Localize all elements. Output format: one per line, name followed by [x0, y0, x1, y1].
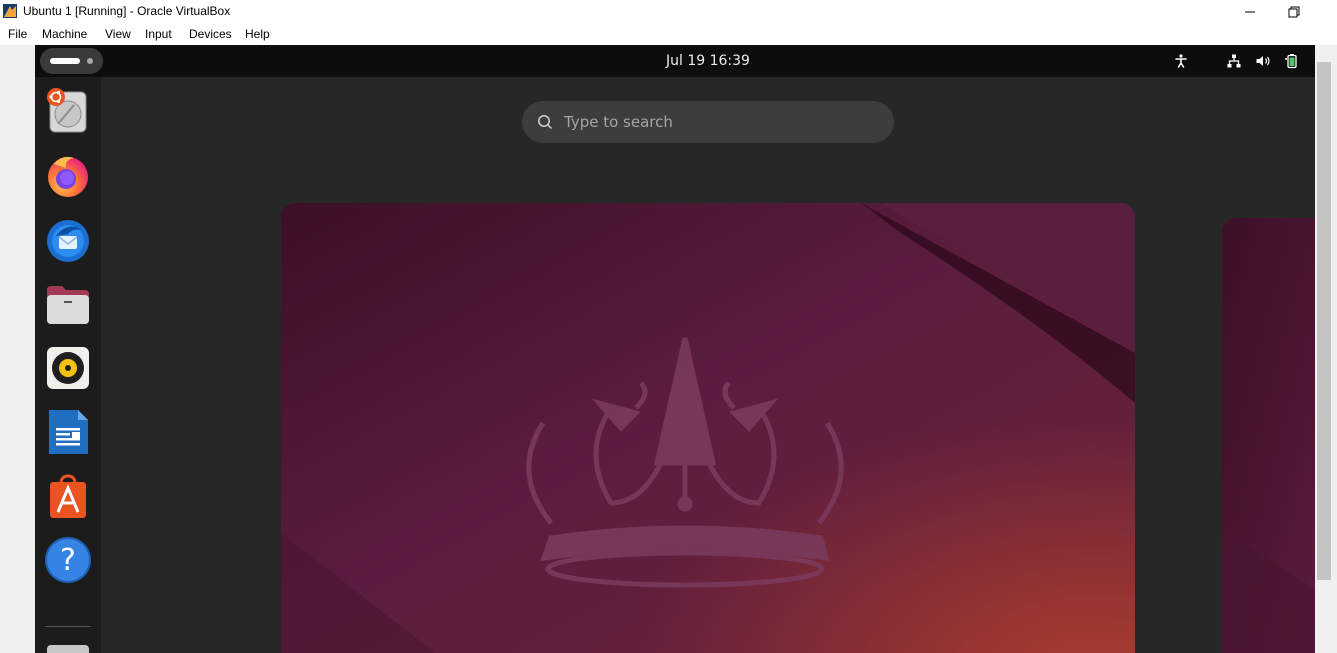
firefox-icon[interactable]: [44, 152, 92, 200]
window-title: Ubuntu 1 [Running] - Oracle VirtualBox: [23, 4, 231, 18]
workspace-preview-next[interactable]: [1222, 218, 1315, 653]
menubar: File Machine View Input Devices Help: [0, 24, 1337, 45]
host-left-margin: [0, 45, 35, 653]
network-icon[interactable]: [1226, 53, 1242, 69]
svg-text:?: ?: [60, 543, 76, 578]
search-placeholder: Type to search: [564, 113, 673, 131]
restore-button[interactable]: [1272, 0, 1316, 24]
workspace-preview[interactable]: [281, 203, 1135, 653]
search-icon: [538, 115, 553, 130]
restore-icon: [1288, 6, 1300, 18]
menu-machine[interactable]: Machine: [42, 27, 87, 41]
ubuntu-installer-icon[interactable]: [44, 87, 92, 135]
workspace-dot-icon: [87, 58, 93, 64]
drive-icon[interactable]: [44, 637, 92, 653]
files-icon[interactable]: [44, 280, 92, 328]
menu-view[interactable]: View: [105, 27, 131, 41]
accessibility-icon[interactable]: [1173, 53, 1189, 69]
battery-icon[interactable]: [1284, 53, 1300, 69]
help-icon[interactable]: ?: [44, 536, 92, 584]
dock-separator: [45, 626, 91, 627]
menu-help[interactable]: Help: [245, 27, 270, 41]
host-scrollbar-thumb[interactable]: [1317, 62, 1331, 580]
vm-display[interactable]: Jul 19 16:39 ? Type to search: [35, 45, 1315, 653]
menu-input[interactable]: Input: [145, 27, 172, 41]
ubuntu-wallpaper-next: [1222, 218, 1315, 653]
thunderbird-icon[interactable]: [44, 216, 92, 264]
rhythmbox-icon[interactable]: [44, 344, 92, 392]
menu-devices[interactable]: Devices: [189, 27, 232, 41]
activities-button[interactable]: [40, 48, 103, 74]
libreoffice-writer-icon[interactable]: [44, 408, 92, 456]
volume-icon[interactable]: [1255, 53, 1271, 69]
virtualbox-app-icon: [3, 4, 17, 18]
ubuntu-wallpaper: [281, 203, 1135, 653]
clock[interactable]: Jul 19 16:39: [635, 53, 781, 69]
minimize-button[interactable]: [1228, 0, 1272, 24]
search-input[interactable]: Type to search: [522, 101, 894, 143]
menu-file[interactable]: File: [8, 27, 27, 41]
window-titlebar: Ubuntu 1 [Running] - Oracle VirtualBox: [0, 0, 1337, 24]
dock: ?: [35, 77, 101, 653]
gnome-topbar: Jul 19 16:39: [35, 45, 1315, 77]
minimize-icon: [1245, 11, 1255, 13]
activities-indicator-icon: [50, 58, 80, 64]
app-center-icon[interactable]: [44, 472, 92, 520]
